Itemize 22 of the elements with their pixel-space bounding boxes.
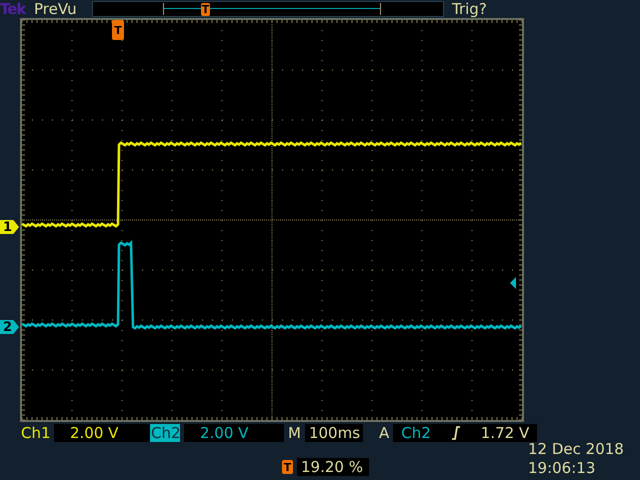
scale-readout: 2.00 V	[54, 424, 150, 442]
mode-label: PreVu	[34, 2, 78, 16]
time-label: 19:06:13	[528, 461, 596, 476]
channel-marker: 1	[0, 220, 19, 234]
trigger-marker: T	[201, 3, 210, 16]
date-label: 12 Dec 2018	[528, 442, 624, 457]
channel-label[interactable]: Ch2	[150, 424, 180, 442]
rising-edge-icon	[450, 426, 461, 440]
trigger-status: Trig?	[452, 2, 487, 16]
brand-logo: Tek	[0, 2, 28, 16]
trigger-position-readout: 19.20 %	[297, 458, 369, 476]
channel-marker: 2	[0, 320, 19, 334]
trigger-marker: T	[112, 20, 124, 40]
timebase-readout: 100ms	[304, 424, 363, 442]
trigger-label: A	[378, 426, 390, 440]
timebase-label: M	[288, 426, 301, 440]
trigger-source: Ch2	[401, 426, 431, 440]
scale-readout: 2.00 V	[184, 424, 284, 442]
trigger-marker: T	[282, 460, 293, 474]
trigger-level-icon	[510, 277, 516, 289]
channel-label[interactable]: Ch1	[20, 424, 50, 442]
trigger-level: 1.72 V	[480, 426, 530, 440]
